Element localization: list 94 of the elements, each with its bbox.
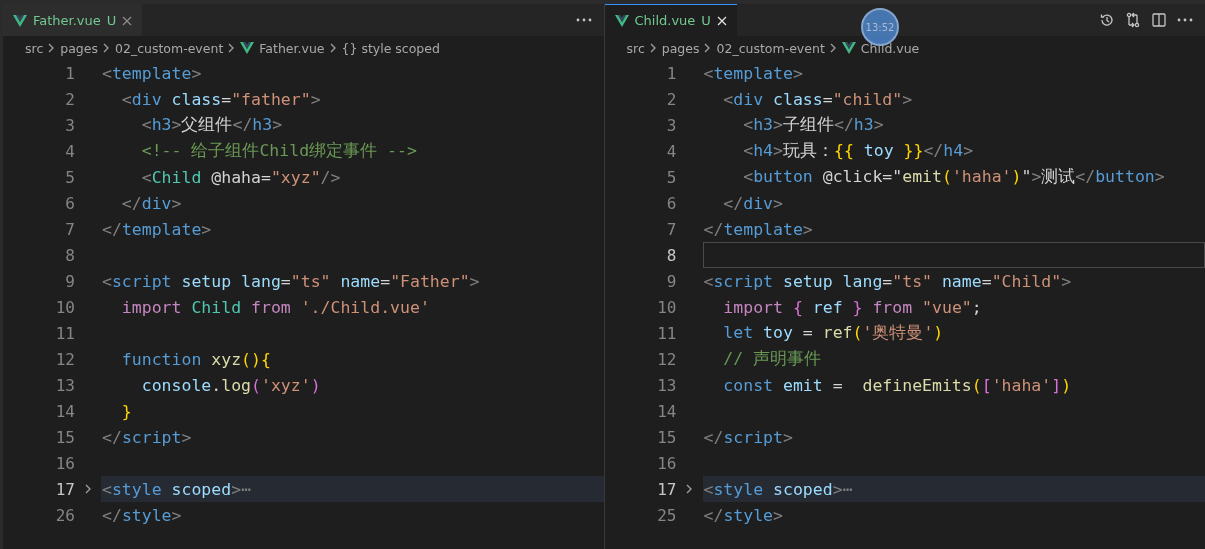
code-line: let toy = ref('奥特曼') [722,322,944,344]
code-line: </template> [102,219,212,239]
line-number: 11 [54,323,75,343]
code-line: <h4>玩具：{{ toy }}</h4> [742,140,974,162]
line-number: 15 [54,427,75,447]
line-number: 11 [656,323,677,343]
code-line: <Child @haha="xyz"/> [140,167,341,187]
code-line: </div> [722,193,783,213]
code-line: </script> [703,427,793,447]
code-line: <div class="father"> [120,89,321,109]
line-number: 12 [54,349,75,369]
breadcrumb-item[interactable]: src [626,40,645,56]
editor-tab[interactable]: Father.vue U [3,4,143,36]
code-line: <button @click="emit('haha')">测试</button> [742,166,1165,188]
history-icon[interactable] [1099,12,1115,28]
line-number: 10 [54,297,75,317]
code-line: <style scoped>⋯ [102,479,252,499]
more-icon[interactable] [1177,18,1193,22]
line-number: 4 [64,141,75,161]
breadcrumb-item[interactable]: src [25,40,44,56]
line-number: 26 [54,505,75,525]
code-line: <style scoped>⋯ [703,479,853,499]
split-editor-icon[interactable] [1151,12,1167,28]
code-line: <template> [102,63,202,83]
line-number: 14 [54,401,75,421]
line-number: 7 [665,219,677,239]
editor-tab[interactable]: Child.vue U [604,4,737,36]
line-number: 16 [54,453,75,473]
line-number: 10 [656,297,677,317]
code-line: </div> [120,193,182,213]
line-number: 9 [665,271,677,291]
line-number: 17 [656,479,677,499]
vue-logo-icon [614,14,629,27]
breadcrumb-item[interactable]: Father.vue [259,40,325,56]
code-line: </style> [102,505,182,525]
code-line: <script setup lang="ts" name="Father"> [102,271,480,291]
code-line: import Child from './Child.vue' [120,297,430,317]
code-line: const emit = defineEmits(['haha']) [722,375,1072,395]
code-line: <h3>父组件</h3> [140,114,283,136]
line-number: 1 [64,63,75,83]
line-number: 15 [656,427,677,447]
code-line: </template> [703,219,813,239]
line-number: 8 [665,245,677,265]
fold-chevron-icon [84,484,92,494]
code-line: <script setup lang="ts" name="Child"> [703,271,1072,291]
chevron-icon [228,43,236,53]
code-line: </style> [703,505,783,525]
chevron-icon [48,43,56,53]
code-line: <!-- 给子组件Child绑定事件 --> [140,140,417,162]
vue-logo-icon [240,42,255,54]
line-number: 4 [665,141,677,161]
code-line: <div class="child"> [722,89,913,109]
code-line: function xyz(){ [120,349,271,369]
chevron-icon [829,43,837,53]
line-number: 7 [64,219,75,239]
vue-logo-icon [841,42,856,54]
chevron-icon [103,43,110,53]
line-number: 25 [656,505,677,525]
line-number: 2 [665,89,677,109]
breadcrumb-item[interactable]: 02_custom-event [716,40,825,56]
line-number: 14 [656,401,677,421]
code-line: import { ref } from "vue"; [722,297,982,317]
line-number: 2 [64,89,75,109]
line-number: 3 [64,115,75,135]
fold-chevron-icon [686,484,693,494]
compare-changes-icon[interactable] [1125,12,1141,28]
line-number: 5 [665,167,677,187]
line-number: 6 [665,193,677,213]
code-line: } [120,401,132,421]
line-number: 8 [64,245,75,265]
code-line: console.log('xyz') [140,375,321,395]
breadcrumb-item[interactable]: {} style scoped [341,40,440,56]
line-number: 17 [54,479,75,499]
line-number: 5 [64,167,75,187]
line-number: 3 [665,115,677,135]
code-line: <h3>子组件</h3> [742,114,884,136]
code-line: </script> [102,427,192,447]
line-number: 13 [54,375,75,395]
line-number: 6 [64,193,75,213]
line-number: 9 [64,271,75,291]
line-number: 1 [665,63,677,83]
more-icon[interactable] [575,18,592,22]
vue-logo-icon [13,14,27,27]
line-number: 16 [656,453,677,473]
line-number: 12 [656,349,677,369]
chevron-icon [704,43,712,53]
code-line: // 声明事件 [722,348,822,370]
line-number: 13 [656,375,677,395]
breadcrumb-item[interactable]: pages [60,40,98,56]
chevron-icon [649,43,657,53]
code-line: <template> [703,63,803,83]
breadcrumb-item[interactable]: 02_custom-event [115,40,224,56]
chevron-icon [329,43,337,53]
breadcrumb-item[interactable]: pages [661,40,700,56]
